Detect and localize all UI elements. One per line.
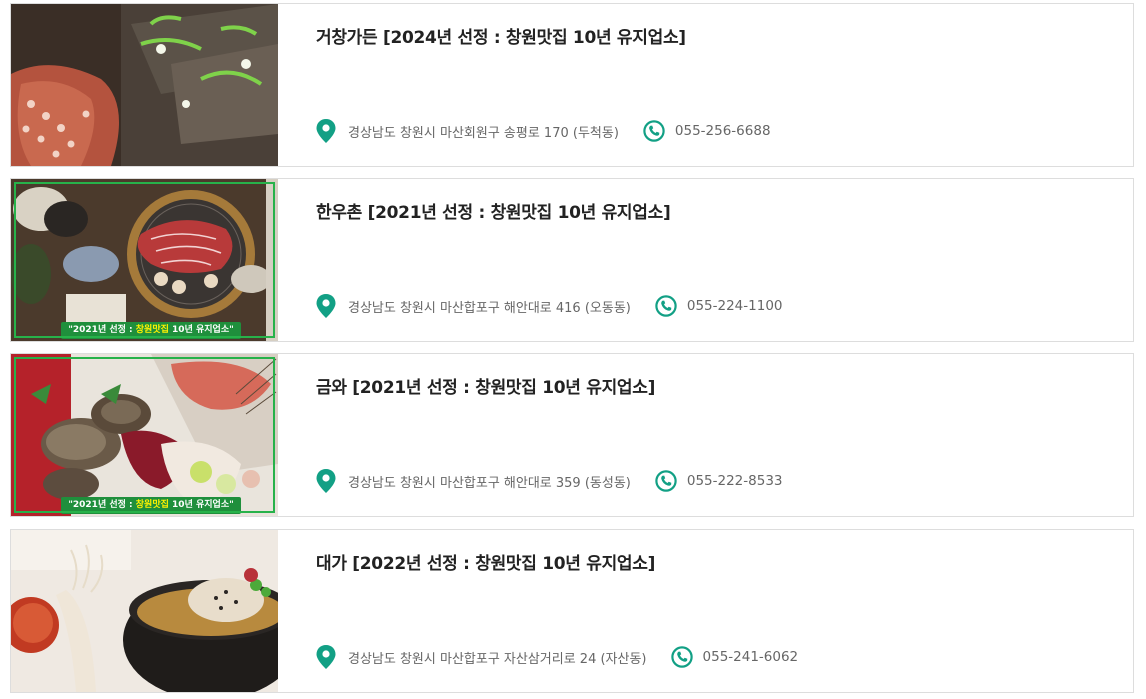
location-pin-icon <box>316 469 336 493</box>
phone-icon <box>643 120 665 142</box>
selection-banner: "2021년 선정 : 창원맛집 10년 유지업소" <box>61 322 241 339</box>
octopus-and-grilled-food-photo <box>11 4 278 166</box>
selection-banner: "2021년 선정 : 창원맛집 10년 유지업소" <box>61 497 241 514</box>
phone-icon <box>670 646 693 668</box>
restaurant-title[interactable]: 금와 [2021년 선정 : 창원맛집 10년 유지업소] <box>316 373 655 398</box>
phone-icon <box>655 470 677 492</box>
location-pin-icon <box>316 119 336 143</box>
restaurant-card[interactable]: 대가 [2022년 선정 : 창원맛집 10년 유지업소] 경상남도 창원시 마… <box>10 529 1134 693</box>
restaurant-title[interactable]: 한우촌 [2021년 선정 : 창원맛집 10년 유지업소] <box>316 198 671 223</box>
restaurant-photo[interactable] <box>11 4 278 166</box>
restaurant-phone[interactable]: 055-224-1100 <box>687 298 783 314</box>
location-pin-icon <box>316 645 336 669</box>
restaurant-info: 경상남도 창원시 마산회원구 송평로 170 (두척동) 055-256-668… <box>316 119 771 143</box>
restaurant-photo[interactable] <box>11 530 278 692</box>
restaurant-address: 경상남도 창원시 마산합포구 자산삼거리로 24 (자산동) <box>348 651 647 667</box>
restaurant-card[interactable]: "2021년 선정 : 창원맛집 10년 유지업소" 한우촌 [2021년 선정… <box>10 178 1134 342</box>
restaurant-info: 경상남도 창원시 마산합포구 자산삼거리로 24 (자산동) 055-241-6… <box>316 645 798 669</box>
restaurant-card[interactable]: "2021년 선정 : 창원맛집 10년 유지업소" 금와 [2021년 선정 … <box>10 353 1134 517</box>
korean-beef-grill-table-photo <box>11 179 278 341</box>
restaurant-phone[interactable]: 055-222-8533 <box>687 473 783 489</box>
restaurant-phone[interactable]: 055-256-6688 <box>675 123 771 139</box>
restaurant-address: 경상남도 창원시 마산회원구 송평로 170 (두척동) <box>348 125 619 141</box>
restaurant-address: 경상남도 창원시 마산합포구 해안대로 359 (동성동) <box>348 475 631 491</box>
restaurant-photo[interactable]: "2021년 선정 : 창원맛집 10년 유지업소" <box>11 354 278 516</box>
restaurant-address: 경상남도 창원시 마산합포구 해안대로 416 (오동동) <box>348 300 631 316</box>
restaurant-info: 경상남도 창원시 마산합포구 해안대로 359 (동성동) 055-222-85… <box>316 469 783 493</box>
restaurant-photo[interactable]: "2021년 선정 : 창원맛집 10년 유지업소" <box>11 179 278 341</box>
restaurant-title[interactable]: 대가 [2022년 선정 : 창원맛집 10년 유지업소] <box>316 549 655 574</box>
restaurant-phone[interactable]: 055-241-6062 <box>703 649 799 665</box>
restaurant-title[interactable]: 거창가든 [2024년 선정 : 창원맛집 10년 유지업소] <box>316 23 686 48</box>
restaurant-card[interactable]: 거창가든 [2024년 선정 : 창원맛집 10년 유지업소] 경상남도 창원시… <box>10 3 1134 167</box>
phone-icon <box>655 295 677 317</box>
location-pin-icon <box>316 294 336 318</box>
samgyetang-stone-pot-photo <box>11 530 278 692</box>
abalone-and-sashimi-platter-photo <box>11 354 278 516</box>
restaurant-info: 경상남도 창원시 마산합포구 해안대로 416 (오동동) 055-224-11… <box>316 294 783 318</box>
